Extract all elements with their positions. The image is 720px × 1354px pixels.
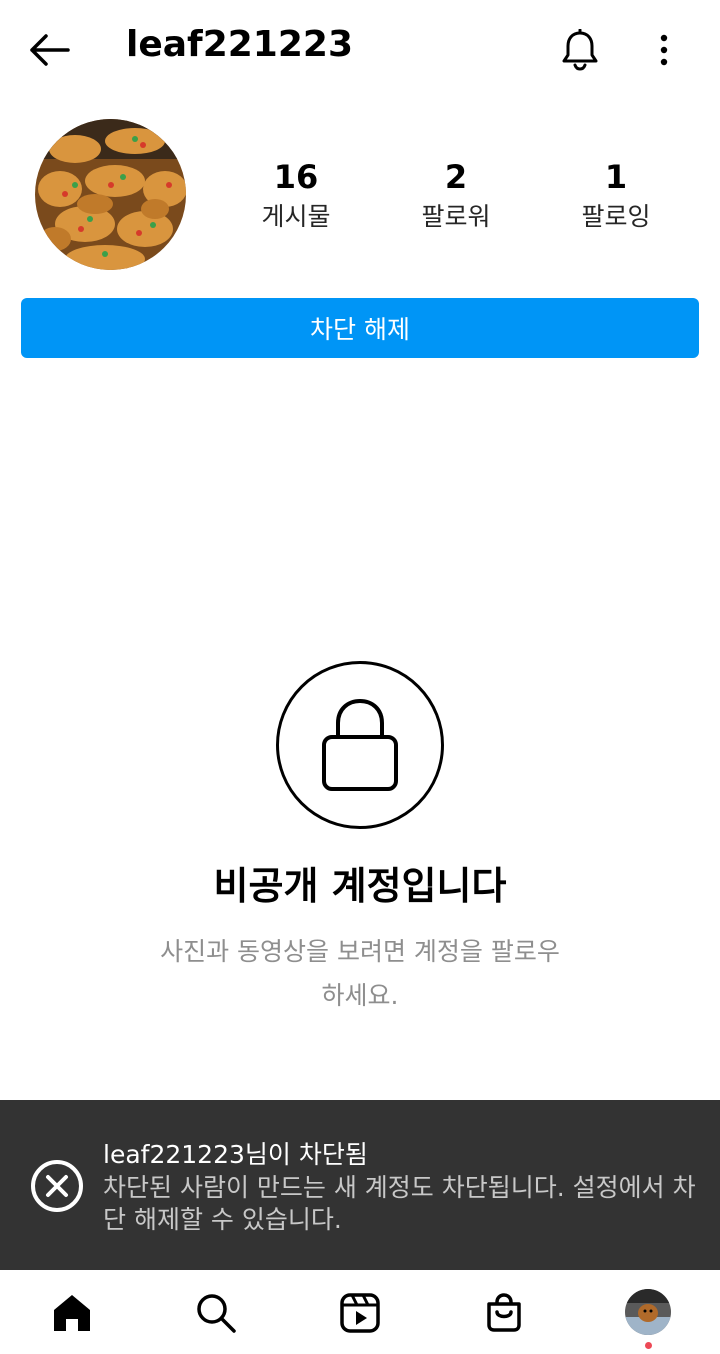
snackbar-message: 차단된 사람이 만드는 새 계정도 차단됩니다. 설정에서 차단 해제할 수 있… — [103, 1173, 696, 1234]
more-options-button[interactable] — [644, 26, 684, 74]
bell-icon — [562, 29, 598, 71]
stat-posts-label: 게시물 — [261, 202, 331, 231]
arrow-left-icon — [30, 34, 70, 66]
private-account-title: 비공개 계정입니다 — [213, 864, 507, 908]
snackbar-title: leaf221223님이 차단됨 — [103, 1140, 368, 1169]
home-icon — [54, 1295, 90, 1331]
stat-posts-count: 16 — [273, 158, 319, 196]
bottom-navigation — [0, 1270, 720, 1354]
private-lock-badge — [276, 661, 444, 829]
stat-posts[interactable]: 16 게시물 — [226, 156, 366, 236]
more-vertical-icon — [660, 34, 668, 66]
search-icon — [197, 1294, 236, 1333]
shop-icon — [487, 1293, 521, 1332]
stat-followers-label: 팔로워 — [421, 202, 491, 231]
profile-avatar — [625, 1289, 671, 1335]
stat-followers-count: 2 — [444, 158, 468, 196]
nav-profile-avatar[interactable] — [625, 1289, 671, 1335]
nav-shop[interactable] — [479, 1288, 529, 1338]
lock-icon — [322, 698, 398, 791]
notification-dot — [645, 1342, 652, 1349]
reels-icon — [340, 1293, 380, 1333]
notifications-button[interactable] — [556, 24, 604, 76]
stat-following-count: 1 — [604, 158, 628, 196]
nav-home[interactable] — [47, 1288, 97, 1338]
nav-search[interactable] — [191, 1288, 241, 1338]
stat-following[interactable]: 1 팔로잉 — [546, 156, 686, 236]
close-circle-icon[interactable] — [30, 1159, 84, 1213]
cookies-photo — [35, 119, 186, 270]
back-button[interactable] — [24, 26, 74, 74]
stat-followers[interactable]: 2 팔로워 — [386, 156, 526, 236]
profile-avatar[interactable] — [35, 119, 186, 270]
top-app-bar: leaf221223 — [0, 0, 720, 100]
unblock-button[interactable]: 차단 해제 — [21, 298, 699, 358]
private-account-description: 사진과 동영상을 보려면 계정을 팔로우하세요. — [160, 937, 560, 1010]
stat-following-label: 팔로잉 — [581, 202, 651, 231]
profile-username: leaf221223 — [126, 24, 354, 65]
nav-reels[interactable] — [335, 1288, 385, 1338]
